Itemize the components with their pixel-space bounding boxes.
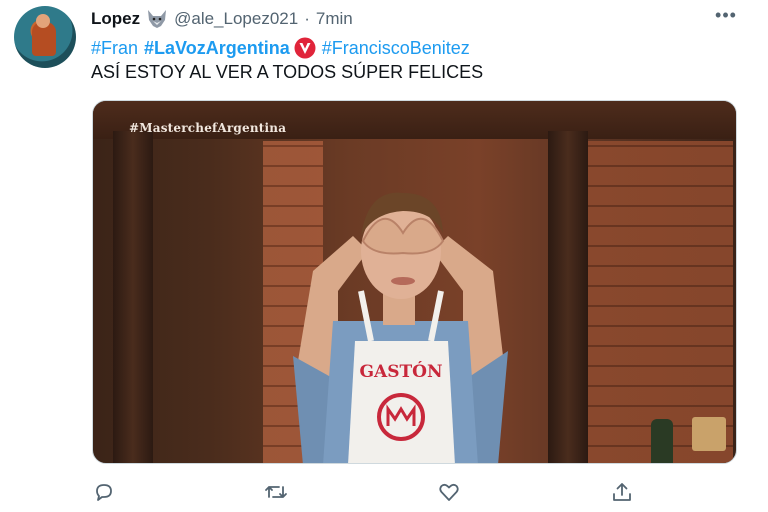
share-icon[interactable] xyxy=(610,480,634,504)
scene-pillar xyxy=(113,131,153,463)
apron-name: GASTÓN xyxy=(360,361,443,382)
la-voz-icon xyxy=(294,37,316,59)
tweet-actions xyxy=(92,480,652,504)
hashtag-fran[interactable]: #Fran xyxy=(91,38,138,59)
retweet-icon[interactable] xyxy=(264,480,288,504)
hashtag-franciscobenitez[interactable]: #FranciscoBenitez xyxy=(322,38,470,59)
tweet-header: Lopez @ale_Lopez021 · 7min xyxy=(91,8,353,30)
scene-bottle xyxy=(651,419,673,463)
more-options-icon[interactable]: ••• xyxy=(714,6,738,28)
chef-figure: GASTÓN xyxy=(293,192,508,463)
avatar[interactable] xyxy=(14,6,76,68)
masterchef-corner-logo xyxy=(692,417,726,451)
reply-icon[interactable] xyxy=(92,480,116,504)
tweet-media[interactable]: #MasterchefArgentina GASTÓN xyxy=(92,100,737,464)
hashtag-line: #Fran #LaVozArgentina #FranciscoBenitez xyxy=(91,36,470,60)
scene-pillar xyxy=(548,131,588,463)
media-watermark: #MasterchefArgentina xyxy=(129,121,287,135)
tweet-text: ASÍ ESTOY AL VER A TODOS SÚPER FELICES xyxy=(91,62,484,82)
like-icon[interactable] xyxy=(437,480,461,504)
separator-dot: · xyxy=(304,9,310,28)
hashtag-lavozargentina[interactable]: #LaVozArgentina xyxy=(144,38,290,59)
wolf-emoji-icon xyxy=(146,9,168,29)
scene-brick-wall xyxy=(583,141,733,463)
tweet-timestamp[interactable]: 7min xyxy=(316,9,353,29)
author-name[interactable]: Lopez xyxy=(91,9,140,29)
tweet-card[interactable]: Lopez @ale_Lopez021 · 7min ••• #Fran #La… xyxy=(0,0,768,512)
avatar-head xyxy=(36,14,50,28)
author-handle[interactable]: @ale_Lopez021 xyxy=(174,9,298,29)
